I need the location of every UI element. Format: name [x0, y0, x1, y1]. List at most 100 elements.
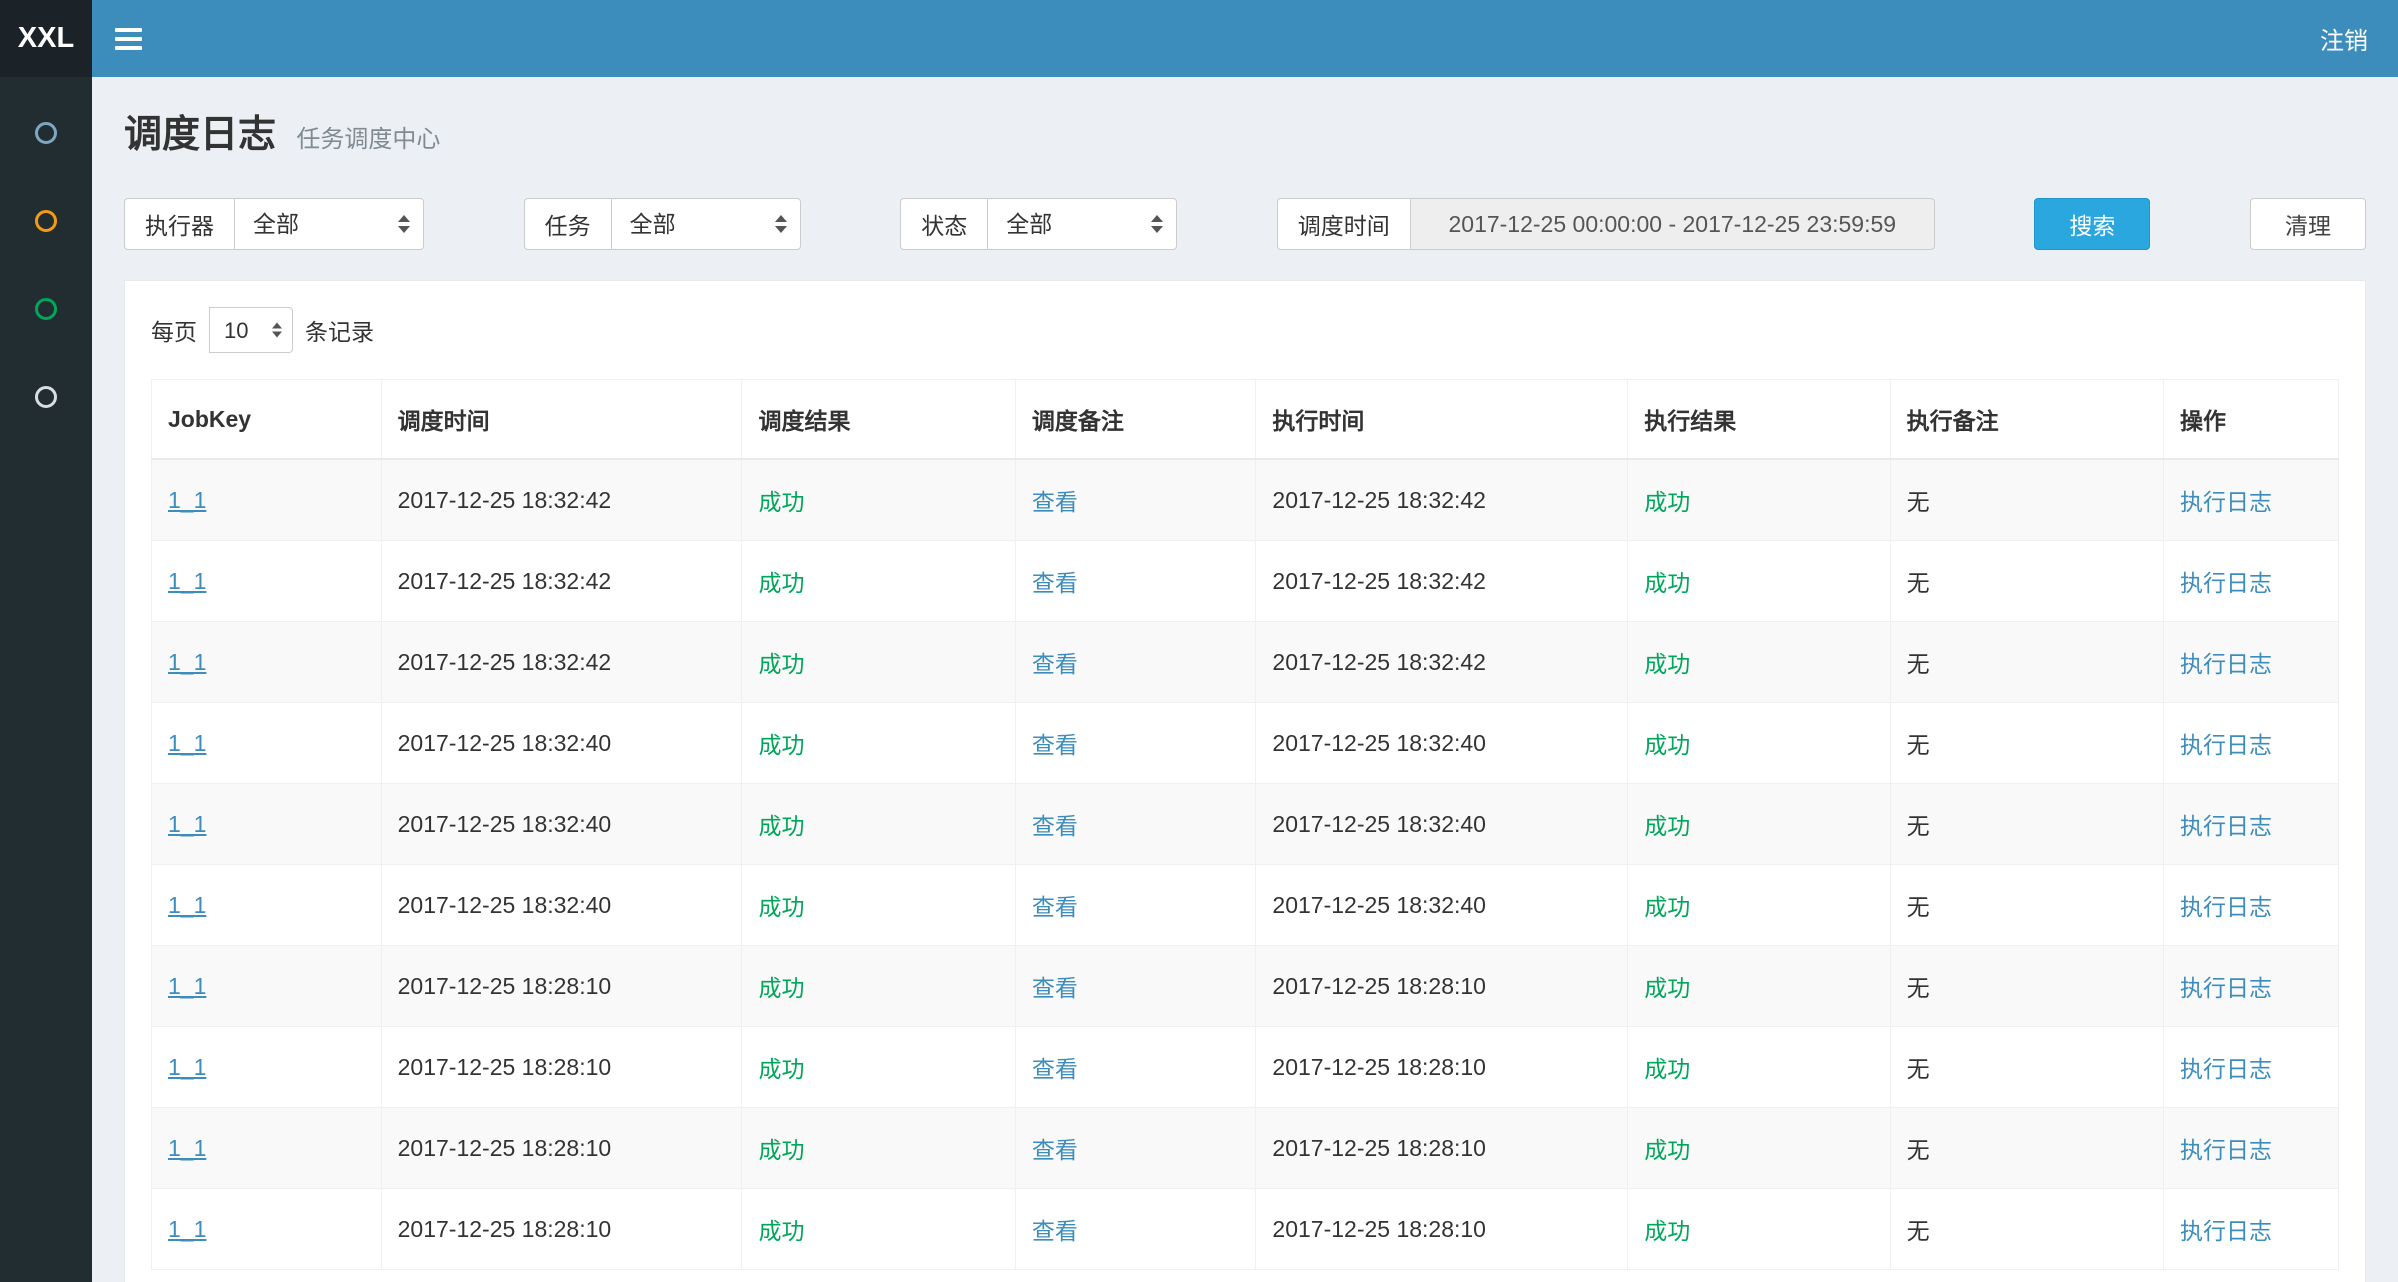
trigger-result-badge: 成功: [758, 894, 804, 920]
handle-time-cell: 2017-12-25 18:32:40: [1256, 865, 1628, 946]
handle-result-badge: 成功: [1644, 489, 1690, 515]
jobkey-link[interactable]: 1_1: [168, 1135, 206, 1161]
handle-time-cell: 2017-12-25 18:32:40: [1256, 784, 1628, 865]
circle-outline-icon: [35, 386, 57, 408]
handle-result-badge: 成功: [1644, 1056, 1690, 1082]
handle-msg-cell: 无: [1890, 622, 2163, 703]
trigger-result-badge: 成功: [758, 489, 804, 515]
trigger-result-badge: 成功: [758, 732, 804, 758]
table-row: 1_1 2017-12-25 18:28:10 成功 查看 2017-12-25…: [152, 946, 2339, 1027]
handle-msg-cell: 无: [1890, 703, 2163, 784]
exec-log-link[interactable]: 执行日志: [2180, 813, 2272, 839]
trigger-time-cell: 2017-12-25 18:32:42: [381, 459, 742, 541]
handle-msg-cell: 无: [1890, 1108, 2163, 1189]
job-filter-label: 任务: [524, 198, 611, 250]
trigger-msg-link[interactable]: 查看: [1032, 975, 1078, 1001]
exec-log-link[interactable]: 执行日志: [2180, 1137, 2272, 1163]
exec-log-link[interactable]: 执行日志: [2180, 732, 2272, 758]
jobkey-link[interactable]: 1_1: [168, 730, 206, 756]
page-size-select-wrap: 10: [209, 307, 293, 353]
jobkey-link[interactable]: 1_1: [168, 1054, 206, 1080]
jobkey-link[interactable]: 1_1: [168, 892, 206, 918]
trigger-time-cell: 2017-12-25 18:32:42: [381, 541, 742, 622]
trigger-time-cell: 2017-12-25 18:28:10: [381, 1027, 742, 1108]
top-navbar: XXL 注销: [0, 0, 2398, 77]
trigger-time-cell: 2017-12-25 18:28:10: [381, 1108, 742, 1189]
circle-outline-icon: [35, 298, 57, 320]
handle-msg-cell: 无: [1890, 865, 2163, 946]
filter-bar: 执行器 全部 任务 全部 状态: [124, 198, 2366, 250]
jobkey-link[interactable]: 1_1: [168, 811, 206, 837]
exec-log-link[interactable]: 执行日志: [2180, 1218, 2272, 1244]
sidebar-item-3[interactable]: [0, 265, 92, 353]
job-filter-group: 任务 全部: [524, 198, 801, 250]
jobkey-link[interactable]: 1_1: [168, 1216, 206, 1242]
trigger-result-badge: 成功: [758, 1056, 804, 1082]
handle-msg-cell: 无: [1890, 459, 2163, 541]
executor-select[interactable]: 全部: [234, 198, 424, 250]
trigger-msg-link[interactable]: 查看: [1032, 732, 1078, 758]
handle-result-badge: 成功: [1644, 570, 1690, 596]
exec-log-link[interactable]: 执行日志: [2180, 489, 2272, 515]
sidebar-item-4[interactable]: [0, 353, 92, 441]
handle-time-cell: 2017-12-25 18:28:10: [1256, 1189, 1628, 1270]
jobkey-link[interactable]: 1_1: [168, 649, 206, 675]
table-row: 1_1 2017-12-25 18:32:40 成功 查看 2017-12-25…: [152, 703, 2339, 784]
sidebar-toggle-button[interactable]: [92, 0, 164, 77]
trigger-msg-link[interactable]: 查看: [1032, 1056, 1078, 1082]
log-panel: 每页 10 条记录 JobKey 调度时间: [124, 280, 2366, 1282]
trigger-time-cell: 2017-12-25 18:32:42: [381, 622, 742, 703]
trigger-msg-link[interactable]: 查看: [1032, 1137, 1078, 1163]
trigger-msg-link[interactable]: 查看: [1032, 570, 1078, 596]
exec-log-link[interactable]: 执行日志: [2180, 651, 2272, 677]
handle-time-cell: 2017-12-25 18:32:42: [1256, 459, 1628, 541]
trigger-result-badge: 成功: [758, 651, 804, 677]
executor-select-wrap: 全部: [234, 198, 424, 250]
trigger-result-badge: 成功: [758, 570, 804, 596]
handle-msg-cell: 无: [1890, 541, 2163, 622]
page-title: 调度日志: [124, 114, 276, 156]
handle-result-badge: 成功: [1644, 975, 1690, 1001]
search-button[interactable]: 搜索: [2034, 198, 2150, 250]
handle-time-cell: 2017-12-25 18:32:40: [1256, 703, 1628, 784]
circle-outline-icon: [35, 210, 57, 232]
handle-result-badge: 成功: [1644, 813, 1690, 839]
trigger-result-badge: 成功: [758, 1137, 804, 1163]
handle-time-cell: 2017-12-25 18:28:10: [1256, 1108, 1628, 1189]
exec-log-link[interactable]: 执行日志: [2180, 570, 2272, 596]
table-row: 1_1 2017-12-25 18:28:10 成功 查看 2017-12-25…: [152, 1108, 2339, 1189]
menu-icon: [115, 37, 142, 41]
handle-msg-cell: 无: [1890, 1189, 2163, 1270]
trigger-result-badge: 成功: [758, 1218, 804, 1244]
trigger-msg-link[interactable]: 查看: [1032, 489, 1078, 515]
status-select[interactable]: 全部: [987, 198, 1177, 250]
page-size-suffix-label: 条记录: [305, 313, 374, 347]
exec-log-link[interactable]: 执行日志: [2180, 894, 2272, 920]
page-size-prefix-label: 每页: [151, 313, 197, 347]
executor-filter-label: 执行器: [124, 198, 234, 250]
app-logo[interactable]: XXL: [0, 0, 92, 77]
trigger-result-badge: 成功: [758, 813, 804, 839]
clear-button[interactable]: 清理: [2250, 198, 2366, 250]
table-header-row: JobKey 调度时间 调度结果 调度备注 执行时间 执行结果 执行备注 操作: [152, 380, 2339, 460]
trigger-msg-link[interactable]: 查看: [1032, 1218, 1078, 1244]
trigger-msg-link[interactable]: 查看: [1032, 894, 1078, 920]
exec-log-link[interactable]: 执行日志: [2180, 975, 2272, 1001]
trigger-msg-link[interactable]: 查看: [1032, 651, 1078, 677]
logout-link[interactable]: 注销: [2290, 0, 2398, 77]
sidebar-item-1[interactable]: [0, 89, 92, 177]
col-header-handle-msg: 执行备注: [1890, 380, 2163, 460]
handle-time-cell: 2017-12-25 18:32:42: [1256, 622, 1628, 703]
trigger-msg-link[interactable]: 查看: [1032, 813, 1078, 839]
jobkey-link[interactable]: 1_1: [168, 973, 206, 999]
app-root: { "colors": { "navbar": "#3c8dbc", "logo…: [0, 0, 2398, 1282]
jobkey-link[interactable]: 1_1: [168, 568, 206, 594]
trigger-time-cell: 2017-12-25 18:28:10: [381, 946, 742, 1027]
job-select[interactable]: 全部: [611, 198, 801, 250]
trigger-time-range-input[interactable]: [1410, 198, 1935, 250]
exec-log-link[interactable]: 执行日志: [2180, 1056, 2272, 1082]
jobkey-link[interactable]: 1_1: [168, 487, 206, 513]
page-size-select[interactable]: 10: [209, 307, 293, 353]
status-filter-group: 状态 全部: [900, 198, 1177, 250]
sidebar-item-2[interactable]: [0, 177, 92, 265]
